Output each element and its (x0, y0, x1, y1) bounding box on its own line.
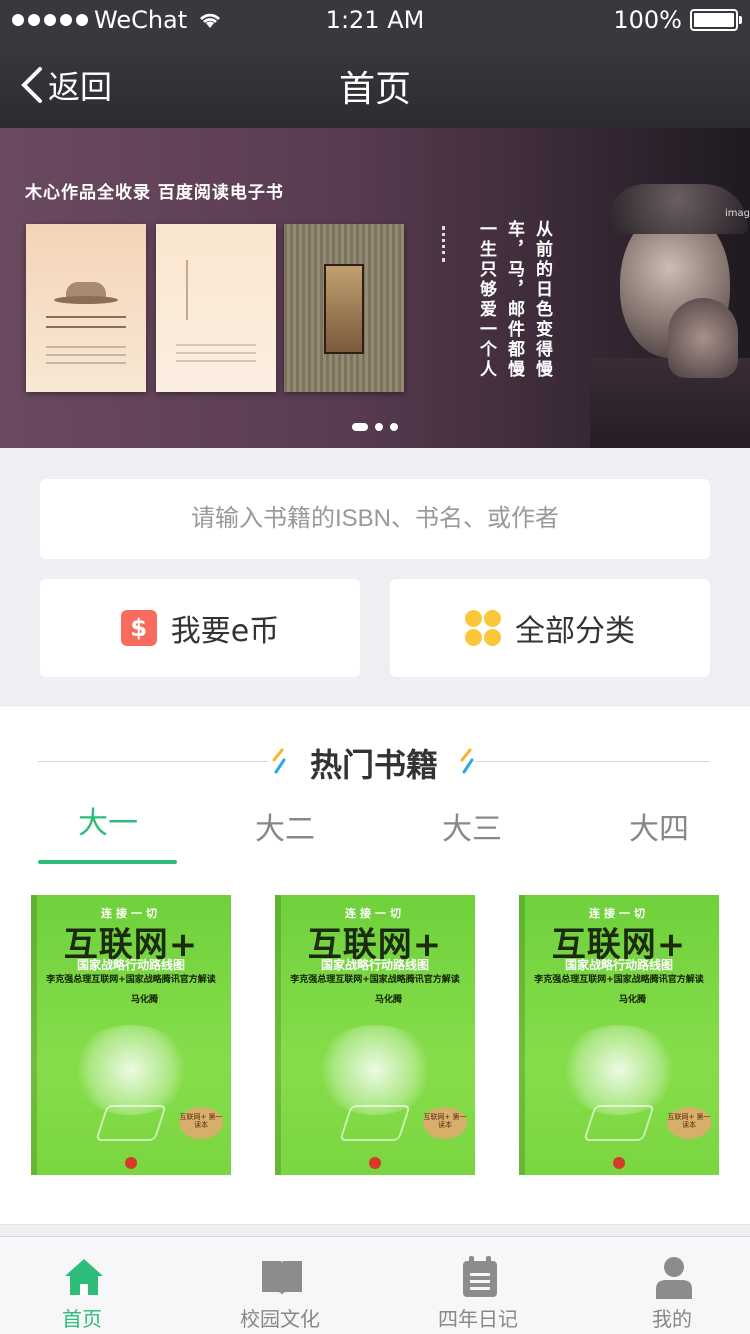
book-tagline: 李克强总理互联网+国家战略腾讯官方解读 (534, 975, 704, 985)
banner-headline: 木心作品全收录 百度阅读电子书 (25, 183, 284, 203)
publisher-logo (369, 1157, 381, 1169)
book-seal: 互联网+ 第一读本 (423, 1107, 467, 1139)
banner-side-text: imag (725, 208, 750, 219)
categories-label: 全部分类 (515, 614, 635, 649)
tab-grade-4[interactable]: 大四 (584, 804, 734, 848)
promo-banner[interactable]: 木心作品全收录 百度阅读电子书 从前的日色变得慢 车，马，邮件都慢 一生只够爱一… (0, 128, 750, 448)
nav-bar: 返回 首页 (0, 40, 750, 128)
book-seal: 互联网+ 第一读本 (179, 1107, 223, 1139)
book-author: 马化腾 (131, 995, 159, 1005)
pager-dot[interactable] (375, 423, 383, 431)
calendar-icon (463, 1256, 497, 1297)
hot-books-header: 热门书籍 (38, 736, 710, 786)
book-card[interactable]: 连接一切 互联网+ 国家战略行动路线图 李克强总理互联网+国家战略腾讯官方解读 … (519, 895, 719, 1175)
book-author: 马化腾 (375, 995, 403, 1005)
banner-poem-line: 一生只够爱一个人 (476, 220, 496, 380)
banner-poem-line: 从前的日色变得慢 (532, 220, 552, 380)
tabbar-item-mine[interactable]: 我的 (602, 1237, 742, 1334)
battery-percent: 100% (613, 6, 682, 34)
banner-divider (442, 226, 445, 262)
slash-decor-icon (460, 748, 474, 774)
tab-grade-2[interactable]: 大二 (210, 804, 360, 848)
bottom-tab-bar: 首页 校园文化 四年日记 我的 (0, 1236, 750, 1334)
page-title: 首页 (338, 69, 411, 110)
tabbar-label: 我的 (652, 1307, 692, 1331)
banner-book-cover (156, 224, 276, 392)
tabbar-item-campus-culture[interactable]: 校园文化 (210, 1237, 350, 1334)
all-categories-button[interactable]: 全部分类 (390, 579, 710, 677)
book-icon (262, 1261, 302, 1295)
book-tagline: 李克强总理互联网+国家战略腾讯官方解读 (46, 975, 216, 985)
banner-book-cover (26, 224, 146, 392)
publisher-logo (613, 1157, 625, 1169)
tab-grade-3[interactable]: 大三 (397, 804, 547, 848)
book-seal: 互联网+ 第一读本 (667, 1107, 711, 1139)
publisher-logo (125, 1157, 137, 1169)
tabbar-item-diary[interactable]: 四年日记 (408, 1237, 548, 1334)
ecoin-button[interactable]: $ 我要e币 (40, 579, 360, 677)
dollar-icon: $ (120, 610, 157, 646)
tabbar-label: 四年日记 (438, 1307, 518, 1331)
tabbar-label: 首页 (62, 1307, 102, 1331)
battery-area: 100% (613, 6, 742, 34)
book-subtitle: 国家战略行动路线图 (320, 958, 429, 972)
pager-dot-active[interactable] (352, 423, 368, 431)
divider (475, 761, 710, 762)
book-subtitle: 国家战略行动路线图 (76, 958, 185, 972)
author-portrait (590, 148, 750, 448)
status-bar: WeChat 1:21 AM 100% (0, 0, 750, 40)
book-card[interactable]: 连接一切 互联网+ 国家战略行动路线图 李克强总理互联网+国家战略腾讯官方解读 … (275, 895, 475, 1175)
book-tagline: 李克强总理互联网+国家战略腾讯官方解读 (290, 975, 460, 985)
banner-poem-line: 车，马，邮件都慢 (504, 220, 524, 380)
clover-icon (465, 610, 501, 646)
banner-book-cover (284, 224, 404, 392)
search-input[interactable] (40, 479, 710, 559)
home-icon (65, 1259, 103, 1295)
book-card[interactable]: 连接一切 互联网+ 国家战略行动路线图 李克强总理互联网+国家战略腾讯官方解读 … (31, 895, 231, 1175)
section-title: 热门书籍 (309, 746, 438, 784)
user-icon (656, 1257, 692, 1299)
tabbar-item-home[interactable]: 首页 (12, 1237, 152, 1334)
battery-icon (690, 9, 742, 31)
ecoin-label: 我要e币 (170, 614, 280, 649)
book-author: 马化腾 (619, 995, 647, 1005)
tabbar-label: 校园文化 (240, 1307, 320, 1331)
book-subtitle: 国家战略行动路线图 (564, 958, 673, 972)
tab-grade-1[interactable]: 大一 (33, 798, 183, 842)
banner-pager (352, 423, 398, 431)
pager-dot[interactable] (390, 423, 398, 431)
grade-tabs: 大一 大二 大三 大四 (0, 804, 750, 864)
hot-books-panel: 热门书籍 大一 大二 大三 大四 连接一切 互联网+ 国家战略行动路线图 李克强… (0, 705, 750, 1225)
active-tab-indicator (38, 860, 177, 864)
